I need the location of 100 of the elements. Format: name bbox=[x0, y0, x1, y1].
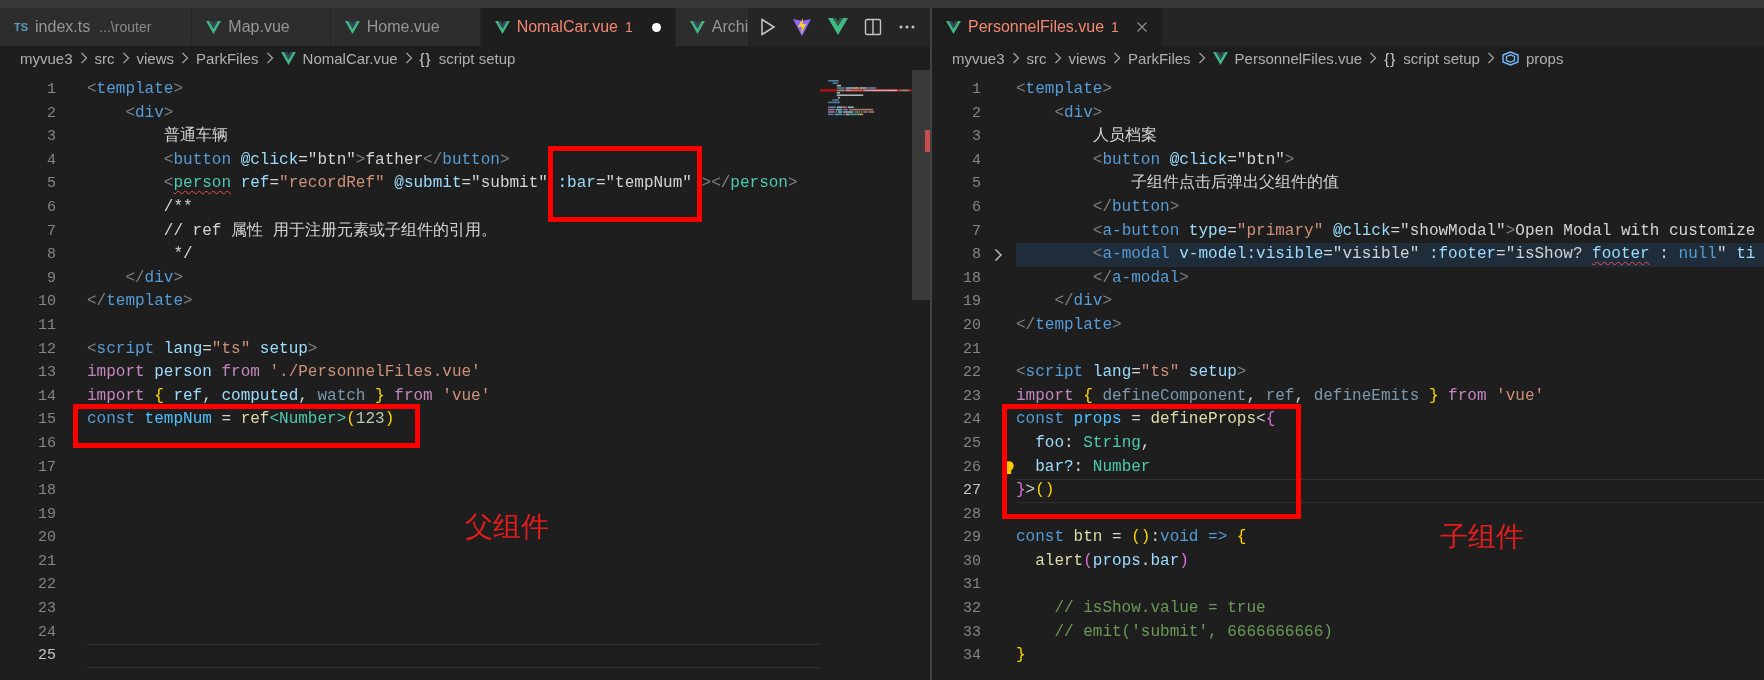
line-number: 24 bbox=[962, 410, 981, 431]
line-number: 30 bbox=[962, 551, 981, 572]
line-number: 6 bbox=[971, 197, 981, 218]
chevron-right-icon bbox=[1011, 52, 1020, 64]
code-line: }>() bbox=[1016, 480, 1055, 502]
chevron-right-icon bbox=[404, 52, 413, 64]
line-number: 21 bbox=[962, 339, 981, 360]
line-number: 20 bbox=[37, 528, 56, 549]
line-number: 1 bbox=[46, 80, 56, 100]
line-number: 2 bbox=[971, 103, 981, 124]
code-line: </template> bbox=[1016, 314, 1122, 336]
line-number: 33 bbox=[962, 622, 981, 643]
breadcrumb-item[interactable]: ParkFiles bbox=[1128, 49, 1191, 67]
line-number: 32 bbox=[962, 599, 981, 620]
chevron-right-icon bbox=[1053, 52, 1062, 64]
breadcrumb-item[interactable]: script setup bbox=[1403, 49, 1480, 67]
code-line: <div> bbox=[1053, 102, 1103, 124]
breadcrumb-item[interactable]: script setup bbox=[438, 49, 516, 67]
code-line: const props = defineProps<{ bbox=[1016, 409, 1276, 431]
split-editor-icon[interactable] bbox=[864, 18, 882, 36]
chevron-right-icon bbox=[265, 52, 274, 64]
more-icon[interactable] bbox=[898, 24, 916, 30]
code-line: foo: String, bbox=[1034, 432, 1151, 454]
editor-tab[interactable]: Map.vue bbox=[192, 8, 331, 46]
line-number: 19 bbox=[962, 292, 981, 313]
breadcrumb-item[interactable]: NomalCar.vue bbox=[302, 49, 398, 67]
code-line: <script lang="ts" setup> bbox=[1016, 362, 1247, 384]
line-number: 25 bbox=[37, 646, 56, 667]
close-icon[interactable] bbox=[1135, 21, 1148, 33]
vue-file-icon bbox=[1212, 51, 1228, 65]
breadcrumb-item[interactable]: PersonnelFiles.vue bbox=[1234, 49, 1363, 67]
breadcrumb-item[interactable]: ParkFiles bbox=[196, 49, 259, 67]
run-icon[interactable] bbox=[760, 18, 776, 36]
line-number: 8 bbox=[46, 245, 56, 266]
code-line: const btn = ():void => { bbox=[1016, 527, 1247, 549]
lightning-logo-icon[interactable] bbox=[792, 17, 812, 37]
line-number: 15 bbox=[37, 410, 56, 431]
code-line: 普通车辆 bbox=[162, 125, 228, 148]
fold-chevron-icon[interactable] bbox=[994, 247, 1003, 262]
line-number: 17 bbox=[37, 457, 56, 478]
line-number: 26 bbox=[962, 457, 981, 478]
line-number: 7 bbox=[971, 221, 981, 242]
line-number: 5 bbox=[46, 174, 56, 195]
code-line: // emit('submit', 6666666666) bbox=[1053, 621, 1333, 643]
chevron-right-icon bbox=[181, 52, 190, 64]
annotation-label: 子组件 bbox=[1440, 520, 1524, 554]
code-line: <button @click="btn"> bbox=[1091, 149, 1295, 171]
line-number: 23 bbox=[962, 386, 981, 407]
line-number: 3 bbox=[971, 127, 981, 148]
chevron-right-icon bbox=[1486, 52, 1495, 64]
vue-file-icon bbox=[494, 20, 510, 34]
breadcrumb-item[interactable]: src bbox=[94, 49, 115, 67]
code-line: <a-modal v-model:visible="visible" :footer="isShow? footer : null" ti bbox=[1091, 244, 1756, 266]
code-line: import { ref, computed, watch } from 'vue' bbox=[87, 385, 491, 407]
line-number: 4 bbox=[971, 150, 981, 171]
breadcrumb-item[interactable]: views bbox=[1068, 49, 1107, 67]
code-line: <button @click="btn">father</button> bbox=[162, 149, 510, 171]
code-line: </div> bbox=[124, 267, 184, 289]
breadcrumb-item[interactable]: views bbox=[136, 49, 175, 67]
code-line: // ref 属性 用于注册元素或子组件的引用。 bbox=[162, 220, 497, 242]
code-line: </div> bbox=[1053, 291, 1113, 313]
code-line: import person from './PersonnelFiles.vue' bbox=[87, 362, 481, 384]
breadcrumb-item[interactable]: props bbox=[1525, 49, 1564, 67]
chevron-right-icon bbox=[1113, 52, 1122, 64]
breadcrumb-item[interactable]: src bbox=[1026, 49, 1047, 67]
line-number: 24 bbox=[37, 622, 56, 643]
editor-tab[interactable]: Home.vue bbox=[330, 8, 481, 46]
line-number: 9 bbox=[46, 268, 56, 289]
line-number: 4 bbox=[46, 150, 56, 171]
editor-tab[interactable]: NomalCar.vue 1 bbox=[480, 8, 676, 46]
line-number: 18 bbox=[37, 481, 56, 502]
vue-logo-icon[interactable] bbox=[828, 18, 848, 36]
line-number: 18 bbox=[962, 268, 981, 289]
line-number: 16 bbox=[37, 433, 56, 454]
line-number: 6 bbox=[46, 197, 56, 218]
code-line: </button> bbox=[1091, 196, 1180, 218]
breadcrumb-item[interactable]: myvue3 bbox=[20, 49, 73, 67]
braces-icon: {} bbox=[419, 49, 432, 67]
line-number: 21 bbox=[37, 551, 56, 572]
line-number: 3 bbox=[46, 127, 56, 148]
vue-file-icon bbox=[344, 20, 360, 34]
code-line: </template> bbox=[87, 291, 193, 313]
breadcrumb-item[interactable]: myvue3 bbox=[952, 49, 1005, 67]
scrollbar[interactable] bbox=[912, 70, 930, 300]
vue-file-icon bbox=[946, 20, 961, 34]
editor-tab[interactable]: PersonnelFiles.vue 1 bbox=[932, 8, 1163, 46]
editor-tab[interactable]: TS index.ts ...\router bbox=[0, 8, 193, 46]
code-line: <script lang="ts" setup> bbox=[87, 338, 318, 360]
code-line: 子组件点击后弹出父组件的值 bbox=[1130, 172, 1340, 195]
line-number: 19 bbox=[37, 504, 56, 525]
vue-file-icon bbox=[689, 20, 705, 34]
line-number: 10 bbox=[37, 292, 56, 313]
code-line: alert(props.bar) bbox=[1034, 550, 1189, 572]
code-line: <a-button type="primary" @click="showModal">Open Modal with customize bbox=[1091, 220, 1756, 242]
line-number: 22 bbox=[962, 363, 981, 384]
line-number: 34 bbox=[962, 646, 981, 667]
code-line: 人员档案 bbox=[1091, 125, 1157, 148]
editor-tab[interactable]: Archi bbox=[675, 8, 748, 46]
code-line: bar?: Number bbox=[1034, 456, 1151, 478]
annotation-label: 父组件 bbox=[465, 510, 549, 544]
